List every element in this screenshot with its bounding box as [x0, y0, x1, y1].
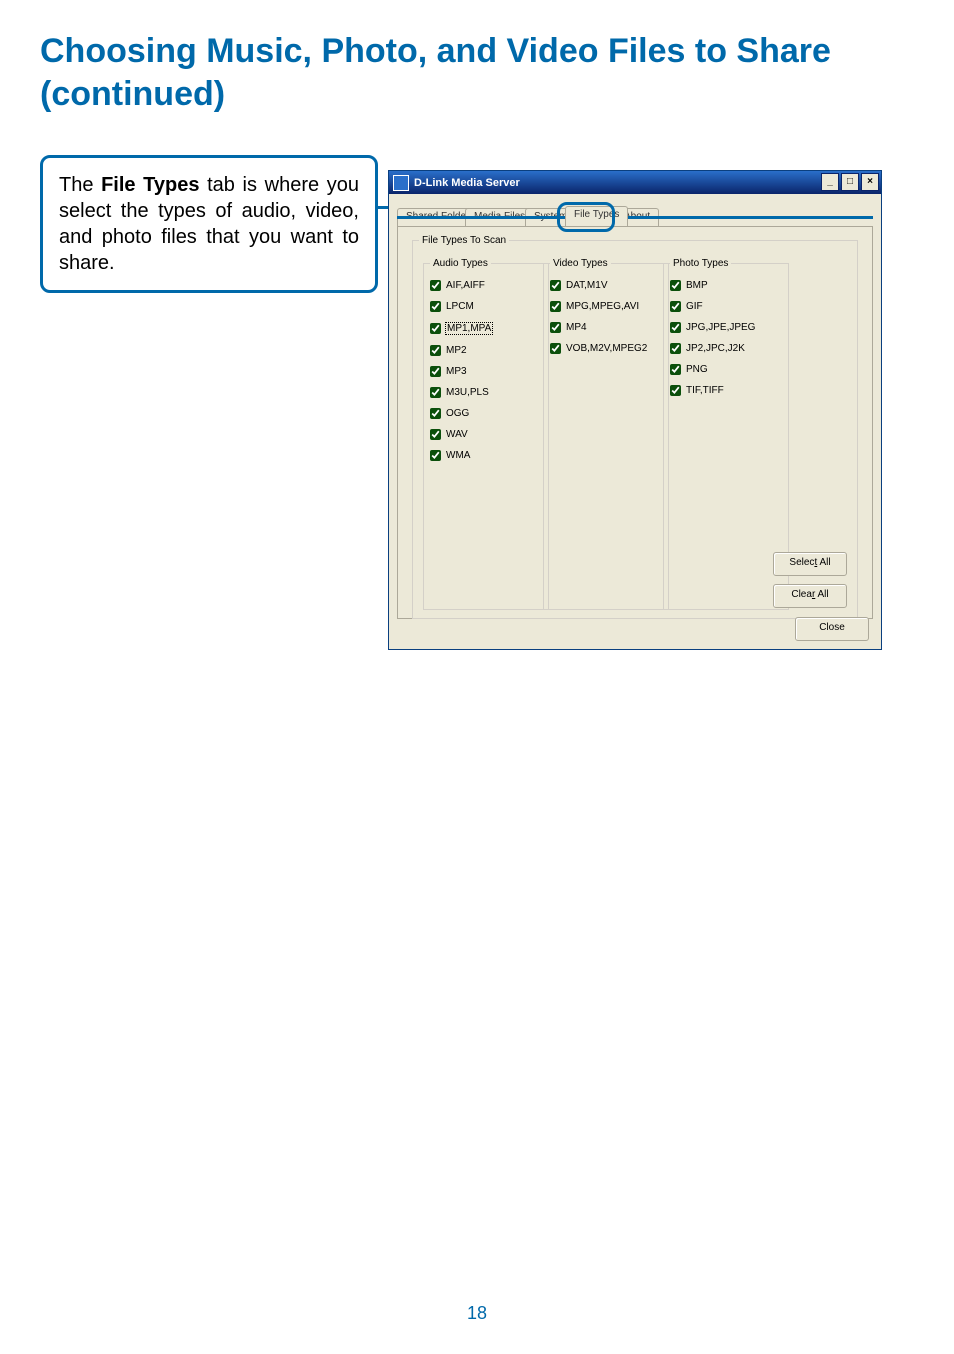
callout-box: The File Types tab is where you select t… — [40, 155, 378, 293]
video-vob-label: VOB,M2V,MPEG2 — [566, 343, 647, 354]
tabs-strip: Shared Folder Media Files System File Ty… — [397, 205, 873, 227]
video-dat-checkbox[interactable]: DAT,M1V — [550, 280, 662, 291]
audio-m3u-label: M3U,PLS — [446, 387, 489, 398]
audio-lpcm-checkbox[interactable]: LPCM — [430, 301, 542, 312]
minimize-button[interactable]: _ — [821, 173, 839, 191]
outer-legend: File Types To Scan — [419, 235, 509, 246]
audio-mp2-label: MP2 — [446, 345, 467, 356]
photo-gif-label: GIF — [686, 301, 703, 312]
audio-mp1-checkbox[interactable]: MP1,MPA — [430, 322, 542, 335]
callout-pre: The — [59, 174, 101, 196]
photo-jpg-label: JPG,JPE,JPEG — [686, 322, 755, 333]
page-title: Choosing Music, Photo, and Video Files t… — [40, 30, 914, 115]
audio-aif-checkbox[interactable]: AIF,AIFF — [430, 280, 542, 291]
video-legend: Video Types — [550, 258, 611, 269]
photo-types-group: Photo Types BMP GIF JPG,JPE,JPEG JP2,JPC… — [663, 258, 789, 610]
audio-aif-label: AIF,AIFF — [446, 280, 485, 291]
audio-types-group: Audio Types AIF,AIFF LPCM MP1,MPA MP2 MP… — [423, 258, 549, 610]
photo-bmp-checkbox[interactable]: BMP — [670, 280, 782, 291]
audio-wav-checkbox[interactable]: WAV — [430, 429, 542, 440]
photo-jp2-checkbox[interactable]: JP2,JPC,J2K — [670, 343, 782, 354]
photo-tif-label: TIF,TIFF — [686, 385, 724, 396]
clear-all-button[interactable]: Clear All — [773, 584, 847, 608]
audio-ogg-label: OGG — [446, 408, 469, 419]
video-mp4-label: MP4 — [566, 322, 587, 333]
audio-ogg-checkbox[interactable]: OGG — [430, 408, 542, 419]
audio-wma-label: WMA — [446, 450, 470, 461]
callout-line-overlay — [397, 216, 873, 219]
photo-png-label: PNG — [686, 364, 708, 375]
tab-file-types[interactable]: File Types — [565, 206, 628, 226]
video-mpg-label: MPG,MPEG,AVI — [566, 301, 639, 312]
audio-legend: Audio Types — [430, 258, 491, 269]
file-types-to-scan-group: File Types To Scan Audio Types AIF,AIFF … — [412, 235, 858, 619]
photo-gif-checkbox[interactable]: GIF — [670, 301, 782, 312]
audio-lpcm-label: LPCM — [446, 301, 474, 312]
select-all-button[interactable]: Select All — [773, 552, 847, 576]
audio-m3u-checkbox[interactable]: M3U,PLS — [430, 387, 542, 398]
photo-jp2-label: JP2,JPC,J2K — [686, 343, 745, 354]
photo-jpg-checkbox[interactable]: JPG,JPE,JPEG — [670, 322, 782, 333]
close-window-button[interactable]: × — [861, 173, 879, 191]
audio-mp3-label: MP3 — [446, 366, 467, 377]
callout-bold: File Types — [101, 174, 199, 196]
audio-mp3-checkbox[interactable]: MP3 — [430, 366, 542, 377]
photo-legend: Photo Types — [670, 258, 731, 269]
video-types-group: Video Types DAT,M1V MPG,MPEG,AVI MP4 VOB… — [543, 258, 669, 610]
audio-mp1-label: MP1,MPA — [445, 322, 493, 335]
window-title: D-Link Media Server — [414, 177, 520, 189]
photo-png-checkbox[interactable]: PNG — [670, 364, 782, 375]
app-icon — [393, 175, 409, 191]
photo-tif-checkbox[interactable]: TIF,TIFF — [670, 385, 782, 396]
audio-wma-checkbox[interactable]: WMA — [430, 450, 542, 461]
video-vob-checkbox[interactable]: VOB,M2V,MPEG2 — [550, 343, 662, 354]
media-server-window: D-Link Media Server _ □ × Shared Folder … — [388, 170, 882, 650]
close-dialog-button[interactable]: Close — [795, 617, 869, 641]
video-mp4-checkbox[interactable]: MP4 — [550, 322, 662, 333]
page-number: 18 — [0, 1303, 954, 1324]
audio-wav-label: WAV — [446, 429, 468, 440]
video-mpg-checkbox[interactable]: MPG,MPEG,AVI — [550, 301, 662, 312]
audio-mp2-checkbox[interactable]: MP2 — [430, 345, 542, 356]
tab-content: File Types To Scan Audio Types AIF,AIFF … — [397, 227, 873, 619]
photo-bmp-label: BMP — [686, 280, 708, 291]
video-dat-label: DAT,M1V — [566, 280, 608, 291]
maximize-button[interactable]: □ — [841, 173, 859, 191]
title-bar[interactable]: D-Link Media Server _ □ × — [389, 171, 881, 194]
